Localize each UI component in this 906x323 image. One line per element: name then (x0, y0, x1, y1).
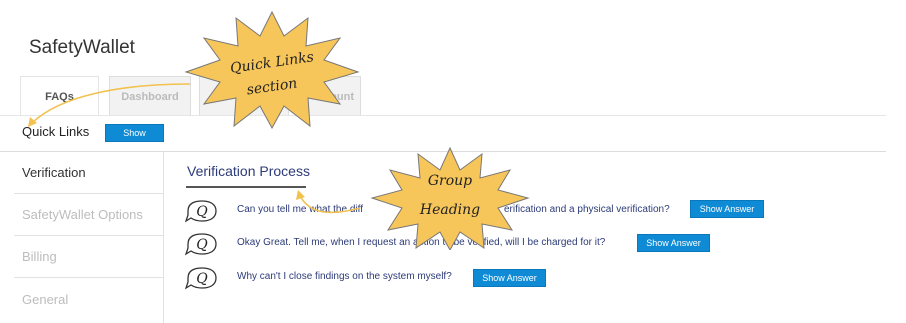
callout-group-line1: Group (427, 173, 473, 189)
arrow-icon (296, 190, 305, 200)
arrow-icon (299, 195, 361, 214)
arrow-icon (28, 117, 37, 127)
callout-group-line2: Heading (419, 202, 481, 218)
arrow-icon (31, 83, 191, 124)
